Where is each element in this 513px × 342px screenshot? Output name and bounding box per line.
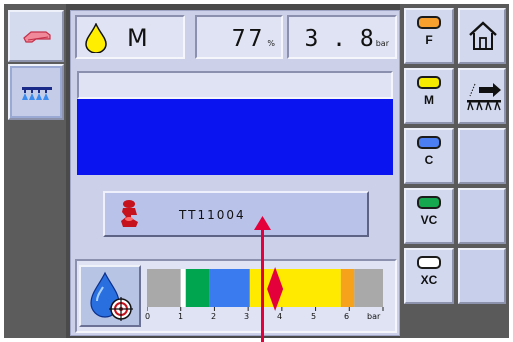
boom-sections-button[interactable] [8,64,64,120]
tick-label-2: 2 [211,312,217,321]
boom-arrow-icon [467,83,501,111]
pressure-band-1 [180,269,186,307]
tick-label-bar: bar [367,312,381,321]
tip-class-m-button[interactable]: M [404,68,454,124]
boom-nozzles-icon [22,87,52,100]
tip-class-f-button[interactable]: F [404,8,454,64]
blue-display-area [77,99,393,175]
info-bar [77,71,393,99]
tip-class-m-label: M [424,93,434,107]
tip-class-display: M [75,15,185,59]
green-pill-icon [417,196,441,209]
left-toolbar [4,4,66,338]
pressure-bar-graph [147,267,384,311]
empty-button-2[interactable] [458,188,506,244]
tip-class-xc-label: XC [420,273,438,287]
tick-label-0: 0 [145,312,151,321]
pressure-band-5 [340,269,355,307]
white-pill-icon [417,256,441,269]
pressure-scale-panel: 0 1 2 3 4 5 6 bar [75,259,397,333]
boom-advance-button[interactable] [458,68,506,124]
pressure-display: 3 . 8 bar [287,15,397,59]
pressure-band-0 [147,269,181,307]
tick-label-6: 6 [344,312,350,321]
orange-pill-icon [417,16,441,29]
red-pointer-line [261,224,264,342]
pressure-band-6 [354,269,383,307]
tick-label-4: 4 [277,312,283,321]
tip-class-f-label: F [425,33,433,47]
percent-display: 77% [195,15,283,59]
spray-quality-button[interactable] [79,265,141,327]
screen-frame: M 77% 3 . 8 bar TT11004 0 1 2 3 4 5 6 ba… [4,4,509,338]
sprayer-icon [23,31,51,43]
drop-target-icon [90,271,133,321]
home-button[interactable] [458,8,506,64]
tip-class-xc-button[interactable]: XC [404,248,454,304]
tip-class-letter: M [127,24,148,52]
percent-value: 77 [231,26,266,52]
percent-unit: % [267,39,275,48]
empty-button-3[interactable] [458,248,506,304]
home-icon [469,21,497,50]
right-toolbar: F M C VC XC [400,4,509,338]
tip-class-c-label: C [424,153,434,167]
nozzle-label: TT11004 [179,208,246,222]
yellow-pill-icon [417,76,441,89]
pressure-tick-labels: 0 1 2 3 4 5 6 bar [145,312,397,324]
pressure-value: 3 . 8 [304,26,374,52]
tip-class-vc-button[interactable]: VC [404,188,454,244]
nozzle-tip-icon [121,200,138,227]
tip-class-c-button[interactable]: C [404,128,454,184]
tick-label-5: 5 [311,312,317,321]
sprayer-view-button[interactable] [8,10,64,62]
pressure-band-2 [185,269,210,307]
droplet-icon [85,23,107,53]
empty-button-1[interactable] [458,128,506,184]
tick-label-3: 3 [244,312,250,321]
tick-label-1: 1 [178,312,184,321]
pressure-band-3 [209,269,250,307]
pressure-unit: bar [375,39,389,48]
red-pointer-arrowhead [254,216,271,230]
main-panel: M 77% 3 . 8 bar TT11004 0 1 2 3 4 5 6 ba… [70,10,400,336]
tip-class-vc-label: VC [420,213,438,227]
blue-pill-icon [417,136,441,149]
nozzle-select-button[interactable]: TT11004 [103,191,369,237]
